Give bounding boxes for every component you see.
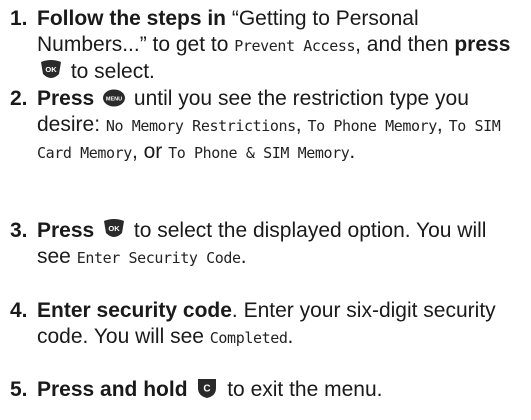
- clear-key-icon: C: [195, 377, 219, 399]
- step-action: Press: [37, 87, 95, 110]
- step-action: Enter security code: [37, 299, 232, 322]
- step-text-run: .: [240, 245, 247, 268]
- step-number: 2.: [10, 87, 28, 110]
- screen-text: To Phone & SIM Memory: [168, 144, 350, 162]
- key-label: OK: [108, 224, 120, 233]
- key-label: MENU: [106, 97, 122, 103]
- step-text: Follow the steps in “Getting to Personal…: [37, 6, 523, 85]
- screen-text: Enter Security Code: [76, 249, 241, 267]
- step-text-run: to select.: [65, 60, 155, 83]
- screen-text: Completed: [209, 329, 288, 347]
- menu-key-icon: MENU: [102, 88, 126, 108]
- step-text-run: , and then: [355, 33, 455, 56]
- step-number: 5.: [10, 378, 28, 401]
- step-text-run: ,: [295, 113, 308, 136]
- step-number: 3.: [10, 219, 28, 242]
- step-action: Press: [37, 219, 95, 242]
- step-action: Press and hold: [37, 378, 188, 401]
- step-number: 4.: [10, 299, 28, 322]
- ok-key-icon: OK: [102, 218, 126, 240]
- step-text-run: .: [349, 140, 356, 163]
- step-action: press: [454, 33, 511, 56]
- step-text-run: , or: [131, 140, 169, 163]
- step-text-run: .: [287, 325, 294, 348]
- step-action: Follow the steps in: [37, 7, 227, 30]
- step-text-run: to exit the menu.: [221, 378, 383, 401]
- screen-text: Prevent Access: [234, 37, 356, 55]
- step-text: Press OK to select the displayed option.…: [37, 218, 523, 271]
- key-label: OK: [45, 65, 57, 74]
- step-text: Enter security code. Enter your six-digi…: [37, 298, 523, 351]
- ok-key-icon: OK: [39, 59, 63, 81]
- screen-text: To Phone Memory: [307, 117, 437, 135]
- step-text-run: ,: [436, 113, 449, 136]
- key-label: C: [204, 384, 211, 395]
- screen-text: No Memory Restrictions: [105, 117, 296, 135]
- step-text: Press and hold C to exit the menu.: [37, 377, 523, 403]
- step-number: 1.: [10, 7, 28, 30]
- step-text: Press MENU until you see the restriction…: [37, 86, 523, 166]
